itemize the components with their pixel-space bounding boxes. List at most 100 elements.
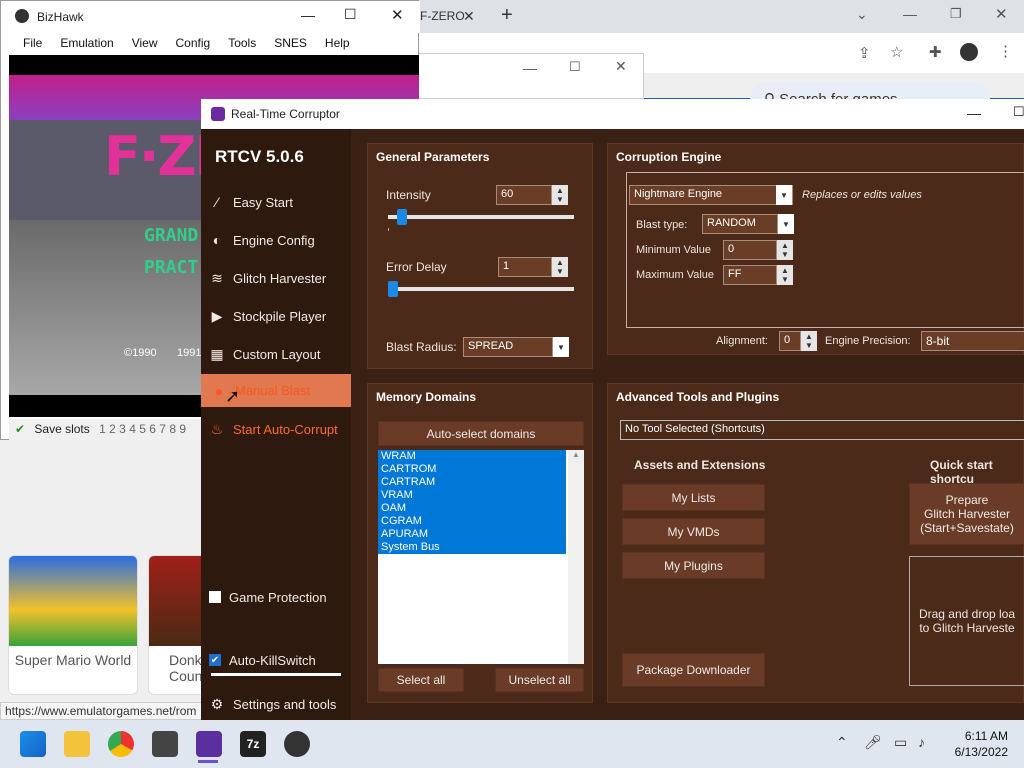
error-delay-stepper[interactable]: ▲ ▼ [552, 257, 568, 277]
intensity-slider-thumb[interactable] [397, 209, 408, 225]
bizhawk-taskbar-icon[interactable] [284, 731, 310, 757]
share-icon[interactable]: ⇪ [858, 44, 871, 62]
unselect-all-button[interactable]: Unselect all [495, 668, 584, 692]
maximum-value-input[interactable]: FF [723, 265, 777, 285]
gear-icon: ⚙ [210, 695, 224, 712]
network-icon[interactable]: ▭ [894, 734, 907, 751]
microphone-icon[interactable]: 🎤︎ [864, 734, 882, 751]
error-delay-slider[interactable] [388, 287, 574, 291]
intensity-input[interactable]: 60 [496, 185, 552, 205]
memory-domain-item[interactable]: OAM [378, 502, 566, 515]
extensions-icon[interactable]: ✚ [929, 43, 942, 61]
maximum-value-stepper[interactable]: ▲ ▼ [777, 265, 793, 285]
blast-radius-select[interactable]: SPREAD [463, 337, 553, 357]
memory-domain-item[interactable]: CARTROM [378, 463, 566, 476]
browser-tab-title[interactable]: F-ZERO [420, 9, 465, 23]
nav-stockpile-player[interactable]: ▶ Stockpile Player [209, 300, 349, 332]
memory-domain-item[interactable]: VRAM [378, 489, 566, 502]
intensity-slider[interactable] [388, 215, 574, 219]
engine-select[interactable]: Nightmare Engine [629, 185, 793, 205]
close-icon[interactable]: ✕ [391, 6, 404, 24]
minimize-icon[interactable]: — [301, 7, 315, 23]
menu-help[interactable]: Help [325, 36, 350, 50]
game-protection-toggle[interactable]: Game Protection [209, 581, 349, 613]
menu-tools[interactable]: Tools [228, 36, 256, 50]
auto-select-domains-button[interactable]: Auto-select domains [378, 421, 584, 446]
package-downloader-button[interactable]: Package Downloader [622, 653, 765, 687]
drag-drop-zone[interactable]: Drag and drop loa to Glitch Harveste [909, 556, 1024, 686]
alignment-stepper[interactable]: ▲ ▼ [801, 331, 817, 351]
minimum-value-stepper[interactable]: ▲ ▼ [777, 240, 793, 260]
popup-close-icon[interactable]: ✕ [615, 58, 627, 75]
minimize-icon[interactable]: — [967, 105, 981, 121]
bizhawk-titlebar[interactable]: BizHawk — ☐ ✕ [1, 1, 420, 33]
memory-domain-item[interactable]: System Bus [378, 541, 566, 554]
prepare-glitch-harvester-button[interactable]: Prepare Glitch Harvester (Start+Savestat… [909, 483, 1024, 545]
app-icon[interactable] [152, 731, 178, 757]
error-delay-input[interactable]: 1 [498, 257, 552, 277]
list-scrollbar[interactable]: ▲ [568, 450, 584, 664]
chevron-up-icon[interactable]: ⌃ [836, 734, 848, 751]
save-slot-list[interactable]: 1 2 3 4 5 6 7 8 9 [99, 422, 186, 436]
game-protection-checkbox[interactable] [209, 591, 221, 603]
bizhawk-logo-icon [15, 9, 29, 23]
nav-settings-tools[interactable]: ⚙ Settings and tools [209, 688, 349, 720]
nav-glitch-harvester[interactable]: ≋ Glitch Harvester [209, 262, 349, 294]
nav-manual-blast[interactable]: ● Manual Blast [201, 374, 351, 407]
memory-domains-list[interactable]: WRAM CARTROM CARTRAM VRAM OAM CGRAM APURAM Syst… [378, 450, 584, 664]
alignment-input[interactable]: 0 [779, 331, 801, 351]
restore-icon[interactable]: ❐ [950, 6, 962, 22]
minimize-icon[interactable]: — [903, 6, 917, 22]
nav-custom-layout[interactable]: ▦ Custom Layout [209, 338, 349, 370]
tool-select[interactable]: No Tool Selected (Shortcuts) [620, 420, 1024, 440]
engine-precision-select[interactable]: 8-bit [921, 331, 1024, 351]
select-all-button[interactable]: Select all [378, 668, 464, 692]
my-plugins-button[interactable]: My Plugins [622, 552, 765, 579]
chevron-down-icon[interactable]: ▼ [778, 214, 794, 234]
menu-snes[interactable]: SNES [274, 36, 307, 50]
memory-domain-item[interactable]: CGRAM [378, 515, 566, 528]
maximize-icon[interactable]: ☐ [344, 6, 357, 23]
popup-maximize-icon[interactable]: ☐ [569, 59, 581, 75]
7zip-icon[interactable]: 7z [240, 731, 266, 757]
minimum-value-input[interactable]: 0 [723, 240, 777, 260]
start-icon[interactable] [20, 731, 46, 757]
clock[interactable]: 6:11 AM 6/13/2022 [952, 729, 1008, 759]
my-vmds-button[interactable]: My VMDs [622, 518, 765, 545]
memory-domain-item[interactable]: WRAM [378, 450, 566, 463]
my-lists-button[interactable]: My Lists [622, 484, 765, 511]
chevron-down-icon[interactable]: ▼ [776, 185, 792, 205]
menu-config[interactable]: Config [176, 36, 211, 50]
more-menu-icon[interactable]: ⋮ [998, 42, 1013, 60]
tab-close-icon[interactable]: ✕ [463, 8, 475, 25]
profile-icon[interactable] [960, 43, 978, 61]
game-card[interactable]: Super Mario World [8, 555, 138, 695]
error-delay-slider-thumb[interactable] [388, 281, 398, 297]
file-explorer-icon[interactable] [64, 731, 90, 757]
rtc-titlebar[interactable]: Real-Time Corruptor — ☐ [201, 99, 1024, 129]
menu-view[interactable]: View [132, 36, 158, 50]
nav-engine-config[interactable]: ◐ Engine Config [209, 224, 349, 256]
chrome-icon[interactable] [108, 731, 134, 757]
menu-file[interactable]: File [23, 36, 42, 50]
maximize-icon[interactable]: ☐ [1013, 104, 1024, 120]
menu-emulation[interactable]: Emulation [60, 36, 113, 50]
intensity-stepper[interactable]: ▲ ▼ [552, 185, 568, 205]
star-icon[interactable]: ☆ [890, 43, 903, 61]
rtc-taskbar-icon[interactable] [196, 731, 222, 757]
nav-easy-start[interactable]: ⁄ Easy Start [209, 186, 349, 218]
auto-killswitch-toggle[interactable]: ✔ Auto-KillSwitch [209, 644, 349, 676]
auto-killswitch-checkbox[interactable]: ✔ [209, 654, 221, 666]
new-tab-icon[interactable]: + [501, 4, 513, 27]
chevron-down-icon[interactable]: ⌄ [856, 6, 868, 23]
chevron-down-icon[interactable]: ▼ [553, 337, 569, 357]
nav-start-auto-corrupt[interactable]: ♨ Start Auto-Corrupt [209, 413, 349, 445]
blast-type-select[interactable]: RANDOM [702, 214, 778, 234]
close-icon[interactable]: ✕ [995, 5, 1008, 23]
blast-radius-label: Blast Radius: [386, 340, 457, 354]
game-card[interactable]: Donk Coun [148, 555, 208, 695]
popup-minimize-icon[interactable]: — [523, 60, 537, 76]
volume-icon[interactable]: ♪ [918, 734, 925, 750]
memory-domain-item[interactable]: APURAM [378, 528, 566, 541]
memory-domain-item[interactable]: CARTRAM [378, 476, 566, 489]
